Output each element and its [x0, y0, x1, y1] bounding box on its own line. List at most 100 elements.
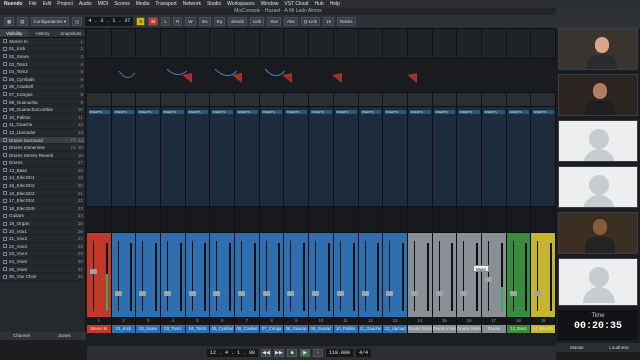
sends-button[interactable]: Sends [228, 17, 247, 26]
channel-visibility-item[interactable]: Drums Surround FX 14 [0, 136, 85, 145]
abs-button[interactable]: Abs [283, 17, 298, 26]
strip-rack-cell[interactable] [186, 207, 211, 232]
strip-rack-cell[interactable] [359, 207, 384, 232]
strip-rack-cell[interactable] [112, 93, 137, 106]
strip-rack-cell[interactable] [235, 29, 260, 58]
visibility-checkbox[interactable] [3, 145, 7, 150]
strip-rack-cell[interactable] [87, 29, 112, 58]
strip-rack-cell[interactable] [507, 29, 532, 58]
fader-handle[interactable] [386, 291, 394, 296]
strip-rack-cell[interactable] [210, 29, 236, 58]
inserts-header[interactable]: INSERTS [163, 110, 184, 114]
strip-rack-cell[interactable] [284, 93, 310, 106]
tab-visibility[interactable]: Visibility [0, 29, 29, 37]
strip-rack-cell[interactable] [334, 29, 359, 58]
qlink-button[interactable]: Q-Link [300, 17, 320, 26]
tab-loudness[interactable]: Loudness [598, 343, 640, 352]
strip-rack-cell[interactable] [260, 29, 285, 58]
visibility-checkbox[interactable] [3, 191, 7, 196]
strip-rack-cell[interactable] [531, 107, 556, 206]
strip-rack-cell[interactable] [457, 29, 482, 58]
channel-visibility-item[interactable]: 05_Cymbals 6 [0, 76, 85, 84]
visibility-checkbox[interactable] [3, 183, 7, 188]
channel-visibility-item[interactable]: Drums 17 [0, 160, 85, 168]
strip-rack-cell[interactable] [334, 107, 359, 206]
visibility-checkbox[interactable] [3, 39, 7, 44]
menu-edit[interactable]: Edit [43, 1, 52, 7]
fader-handle[interactable] [164, 291, 172, 296]
channel-visibility-item[interactable]: 18_ElecGtr5 23 [0, 205, 85, 213]
position-display[interactable]: 4 . 3 . 1 . 37 [85, 17, 134, 26]
visibility-checkbox[interactable] [3, 115, 7, 120]
strip-rack-cell[interactable] [408, 93, 433, 106]
channel-name-label[interactable]: 01_Kick [111, 325, 137, 333]
strip-rack-cell[interactable] [210, 93, 236, 106]
strip-rack-cell[interactable] [507, 107, 532, 206]
channel-visibility-item[interactable]: 16_ElecGtr3 21 [0, 190, 85, 198]
fader-handle[interactable] [90, 269, 97, 274]
strip-rack-cell[interactable] [136, 29, 162, 58]
inserts-header[interactable]: INSERTS [311, 110, 332, 114]
inserts-header[interactable]: INSERTS [138, 110, 160, 114]
strip-rack-cell[interactable] [531, 93, 556, 106]
channel-visibility-item[interactable]: 14_ElecGtr1 19 [0, 175, 85, 183]
tab-zones[interactable]: Zones [43, 332, 86, 340]
strip-rack-cell[interactable] [284, 207, 310, 232]
tab-channel[interactable]: Channel [0, 332, 43, 340]
strip-rack-cell[interactable] [235, 207, 260, 232]
channel-visibility-item[interactable]: 01_Kick 2 [0, 46, 85, 54]
strip-rack-cell[interactable] [136, 207, 162, 232]
visibility-checkbox[interactable] [3, 69, 7, 74]
menu-help[interactable]: Help [330, 1, 340, 7]
strip-rack-cell[interactable] [507, 207, 532, 232]
menu-midi[interactable]: MIDI [98, 1, 109, 7]
menu-file[interactable]: File [29, 1, 37, 7]
fader-handle[interactable] [484, 277, 492, 282]
strip-rack-cell[interactable] [309, 29, 334, 58]
visibility-checkbox[interactable] [3, 244, 7, 249]
strip-rack-cell[interactable] [359, 29, 384, 58]
tempo-display[interactable]: 118.000 [326, 349, 354, 357]
inserts-header[interactable]: INSERTS [237, 110, 258, 114]
visibility-checkbox[interactable] [3, 84, 7, 89]
channel-visibility-item[interactable]: 10_Palitos 11 [0, 114, 85, 122]
channel-name-label[interactable]: 07_Conga [259, 325, 285, 333]
strip-rack-cell[interactable] [359, 93, 384, 106]
menu-window[interactable]: Window [261, 1, 279, 7]
visibility-checkbox[interactable] [3, 206, 7, 211]
strip-rack-cell[interactable] [210, 207, 236, 232]
visibility-checkbox[interactable] [3, 251, 7, 256]
inserts-header[interactable]: INSERTS [261, 110, 283, 114]
fader-handle[interactable] [114, 291, 122, 296]
inserts-header[interactable]: INSERTS [459, 110, 480, 114]
channel-visibility-item[interactable]: 15_ElecGtr2 20 [0, 182, 85, 190]
strip-rack-cell[interactable] [383, 29, 408, 58]
channel-name-label[interactable]: 06_Cowbel [235, 325, 260, 333]
channel-name-label[interactable]: 02_Snare [136, 325, 162, 333]
strip-rack-cell[interactable] [284, 107, 310, 206]
strip-rack-cell[interactable] [433, 207, 458, 232]
strip-rack-cell[interactable] [383, 93, 408, 106]
strip-rack-cell[interactable] [136, 107, 162, 206]
channel-visibility-item[interactable]: 13_Bass 18 [0, 167, 85, 175]
channel-name-label[interactable]: Drums Immersive [432, 325, 458, 333]
strip-rack-cell[interactable] [482, 107, 507, 206]
visibility-checkbox[interactable] [3, 229, 7, 234]
inserts-header[interactable]: INSERTS [187, 110, 209, 114]
strip-rack-cell[interactable] [235, 93, 260, 106]
inserts-header[interactable]: INSERTS [335, 110, 357, 114]
menu-workspaces[interactable]: Workspaces [227, 1, 254, 7]
visibility-checkbox[interactable] [3, 221, 7, 226]
channel-visibility-item[interactable]: 24_Vox5 30 [0, 258, 85, 266]
strip-rack-cell[interactable] [334, 93, 359, 106]
inserts-header[interactable]: INSERTS [385, 110, 406, 114]
channel-visibility-item[interactable]: Stereo In 1 [0, 38, 85, 46]
visibility-checkbox[interactable] [3, 122, 7, 127]
channel-name-label[interactable]: 03_Tom1 [161, 325, 186, 333]
visibility-checkbox[interactable] [3, 92, 7, 97]
strip-rack-cell[interactable] [433, 107, 458, 206]
visibility-checkbox[interactable] [3, 259, 7, 264]
channel-name-label[interactable]: Stereo In [87, 325, 112, 333]
fader-handle[interactable] [336, 291, 344, 296]
channel-visibility-item[interactable]: 20_Vox1 26 [0, 228, 85, 236]
